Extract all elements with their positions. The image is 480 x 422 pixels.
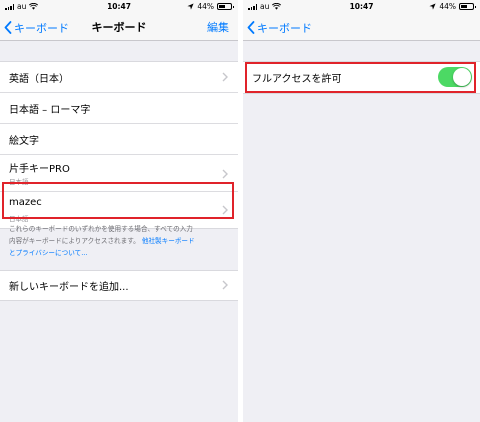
navigation-bar: キーボード キーボード 編集 (0, 14, 238, 41)
add-keyboard-group: 新しいキーボードを追加... (0, 270, 238, 301)
back-button-label: キーボード (257, 21, 312, 35)
chevron-left-icon (247, 21, 255, 34)
full-access-toggle[interactable] (438, 67, 472, 87)
keyboard-item-label: 日本語 – ローマ字 (9, 105, 91, 116)
full-access-row: フルアクセスを許可 (243, 62, 480, 93)
keyboard-item-language: 日本語 (9, 215, 29, 223)
edit-button[interactable]: 編集 (207, 14, 229, 41)
keyboard-privacy-note: これらのキーボードのいずれかを使用する場合、すべての入力 内容がキーボードにより… (9, 223, 228, 259)
add-keyboard-label: 新しいキーボードを追加... (9, 282, 129, 293)
back-button[interactable]: キーボード (247, 14, 312, 41)
battery-percent: 44% (197, 2, 214, 11)
status-right: 44% (429, 2, 476, 11)
keyboards-screen: au 10:47 44% キーボード キーボード 編集 英語（日本） 日本語 –… (0, 0, 238, 422)
chevron-right-icon (222, 169, 228, 179)
settings-group: フルアクセスを許可 (243, 61, 480, 94)
location-icon (429, 3, 436, 10)
status-right: 44% (187, 2, 234, 11)
keyboard-item-label: 絵文字 (9, 136, 39, 147)
battery-percent: 44% (439, 2, 456, 11)
toggle-knob (453, 68, 471, 86)
keyboard-item-emoji[interactable]: 絵文字 (0, 124, 238, 155)
mazec-settings-screen: au 10:47 44% キーボード フルアクセスを許可 (243, 0, 480, 422)
keyboard-item-label: 英語（日本） (9, 74, 69, 85)
privacy-note-text: 内容がキーボードによりアクセスされます。 (9, 237, 140, 245)
chevron-right-icon (222, 205, 228, 215)
keyboard-list: 英語（日本） 日本語 – ローマ字 絵文字 片手キーPRO 日本語 mazec … (0, 61, 238, 229)
add-keyboard-button[interactable]: 新しいキーボードを追加... (0, 271, 238, 300)
full-access-label: フルアクセスを許可 (252, 74, 342, 85)
battery-icon (459, 3, 476, 10)
page-title: キーボード (91, 21, 147, 34)
keyboard-item-label: 片手キーPRO (9, 164, 70, 175)
status-bar: au 10:47 44% (0, 0, 238, 14)
chevron-right-icon (222, 72, 228, 82)
privacy-note-line3: とプライバシーについて... (9, 247, 228, 259)
chevron-right-icon (222, 280, 228, 290)
keyboard-item-japanese-romaji[interactable]: 日本語 – ローマ字 (0, 93, 238, 124)
battery-icon (217, 3, 234, 10)
privacy-link-part1[interactable]: 他社製キーボード (142, 237, 195, 245)
privacy-note-line1: これらのキーボードのいずれかを使用する場合、すべての入力 (9, 225, 193, 233)
keyboard-item-katate-key-pro[interactable]: 片手キーPRO 日本語 (0, 155, 238, 192)
keyboard-item-label: mazec (9, 197, 42, 208)
battery-level (461, 5, 467, 8)
location-icon (187, 3, 194, 10)
battery-level (219, 5, 225, 8)
privacy-note-line2: 内容がキーボードによりアクセスされます。 他社製キーボード (9, 235, 228, 247)
status-bar: au 10:47 44% (243, 0, 480, 14)
keyboard-item-english-japan[interactable]: 英語（日本） (0, 62, 238, 93)
keyboard-item-language: 日本語 (9, 178, 29, 186)
navigation-bar: キーボード (243, 14, 480, 41)
privacy-link-part2[interactable]: とプライバシーについて... (9, 249, 88, 257)
